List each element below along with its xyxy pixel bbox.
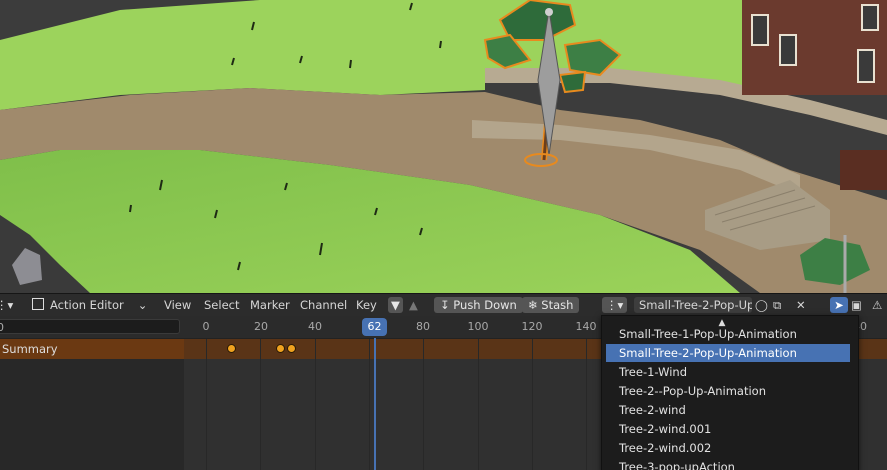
menu-view[interactable]: View [164, 297, 191, 313]
keyframe[interactable] [276, 344, 285, 353]
playhead-line[interactable] [374, 338, 376, 470]
tick-label: 80 [416, 320, 430, 333]
layer-up-button[interactable]: ▲ [409, 297, 418, 313]
tick-label: 120 [521, 320, 543, 333]
menu-channel[interactable]: Channel [300, 297, 347, 313]
keyframe[interactable] [287, 344, 296, 353]
warning-icon[interactable]: ⚠ [872, 297, 882, 313]
push-down-icon: ↧ [440, 298, 450, 312]
3d-viewport[interactable] [0, 0, 887, 293]
triangle-up-icon: ▲ [409, 298, 418, 312]
action-browse-dropdown: ▲ Small-Tree-1-Pop-Up-Animation Small-Tr… [601, 315, 859, 470]
editor-header: ⋮▾ Action Editor ⌄ View Select Marker Cha… [0, 293, 887, 316]
gridline [260, 339, 261, 470]
stash-button[interactable]: ❄ Stash [522, 297, 580, 313]
menu-key[interactable]: Key [356, 297, 377, 313]
channel-list: Summary [0, 339, 184, 470]
tick-label: 40 [308, 320, 322, 333]
menu-marker[interactable]: Marker [250, 297, 290, 313]
keyframe[interactable] [227, 344, 236, 353]
action-item-selected[interactable]: Small-Tree-2-Pop-Up-Animation [606, 344, 850, 362]
dopesheet-icon: ⋮▾ [0, 298, 14, 312]
gridline [423, 339, 424, 470]
action-name-field[interactable]: Small-Tree-2-Pop-Up.. [634, 297, 752, 313]
gridline [532, 339, 533, 470]
action-item[interactable]: Tree-2-wind.002 [606, 439, 850, 457]
editor-type-dropdown[interactable]: ⋮▾ [0, 297, 20, 313]
fake-user-icon[interactable]: ◯ [755, 297, 768, 313]
push-down-button[interactable]: ↧ Push Down [434, 297, 523, 313]
action-editor-icon [32, 298, 44, 310]
action-item[interactable]: Tree-1-Wind [606, 363, 850, 381]
mode-select[interactable]: Action Editor ⌄ [32, 297, 147, 313]
action-item[interactable]: Tree-2--Pop-Up-Animation [606, 382, 850, 400]
menu-select[interactable]: Select [204, 297, 239, 313]
action-item[interactable]: Small-Tree-1-Pop-Up-Animation [606, 325, 850, 343]
select-tool-icon[interactable]: ➤ [830, 297, 848, 313]
tick-label: 140 [575, 320, 597, 333]
triangle-down-icon: ▼ [391, 298, 400, 312]
viewport-scene [0, 0, 887, 293]
push-down-label: Push Down [453, 298, 517, 312]
summary-label: Summary [2, 342, 58, 356]
snowflake-icon: ❄ [528, 298, 538, 312]
gridline [586, 339, 587, 470]
chevron-down-icon: ⌄ [137, 298, 148, 312]
gridline [369, 339, 370, 470]
tick-label: 100 [467, 320, 489, 333]
mode-select-label: Action Editor [50, 298, 124, 312]
duplicate-action-icon[interactable]: ⧉ [773, 297, 781, 313]
layer-down-button[interactable]: ▼ [388, 297, 403, 313]
action-browse-icon: ⋮▾ [606, 298, 624, 312]
summary-channel[interactable]: Summary [0, 339, 184, 359]
tick-label: 0 [202, 320, 210, 333]
current-frame-indicator[interactable]: 62 [362, 318, 387, 336]
action-item[interactable]: Tree-2-wind.001 [606, 420, 850, 438]
action-item[interactable]: Tree-2-wind [606, 401, 850, 419]
gridline [315, 339, 316, 470]
stash-label: Stash [541, 298, 574, 312]
action-item[interactable]: Tree-3-pop-upAction [606, 458, 850, 470]
unlink-action-icon[interactable]: ✕ [796, 297, 806, 313]
channel-search-input[interactable]: 0 [0, 319, 180, 334]
browse-action-button[interactable]: ⋮▾ [602, 297, 628, 313]
blender-window: ⋮▾ Action Editor ⌄ View Select Marker Cha… [0, 0, 887, 470]
tick-label: 20 [254, 320, 268, 333]
gridline [206, 339, 207, 470]
box-select-icon[interactable]: ▣ [851, 297, 862, 313]
gridline [478, 339, 479, 470]
